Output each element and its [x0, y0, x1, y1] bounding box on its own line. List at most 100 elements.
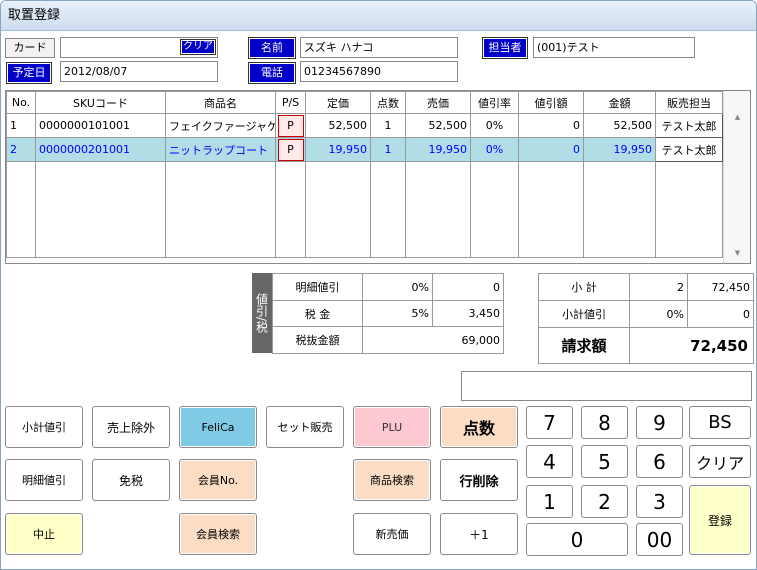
window-title: 取置登録 [1, 1, 756, 31]
cell-qty: 1 [370, 113, 406, 138]
col-header[interactable]: 売価 [405, 91, 471, 114]
table-row-empty [6, 161, 723, 258]
subtotal-discount-value: 0 [687, 300, 754, 328]
date-field[interactable]: 2012/08/07 [60, 61, 218, 82]
phone-label: 電話 [248, 62, 296, 84]
set-sale-button[interactable]: セット販売 [266, 406, 344, 448]
col-header[interactable]: 定価 [305, 91, 371, 114]
cell-qty: 1 [370, 137, 406, 162]
key-8[interactable]: 8 [581, 406, 628, 439]
tax-free-button[interactable]: 免税 [92, 459, 170, 501]
name-field[interactable]: スズキ ハナコ [300, 37, 458, 58]
card-label: カード [5, 38, 55, 58]
plus-one-button[interactable]: ＋1 [440, 513, 518, 555]
key-6[interactable]: 6 [636, 445, 683, 478]
cell-list-price: 52,500 [305, 113, 371, 138]
subtotal-qty: 2 [629, 273, 688, 301]
tax-row-value: 3,450 [432, 300, 504, 327]
key-0[interactable]: 0 [526, 523, 628, 556]
keypad-clear-button[interactable]: クリア [689, 445, 751, 478]
key-4[interactable]: 4 [526, 445, 573, 478]
item-grid[interactable]: No. SKUコード 商品名 P/S 定価 点数 売価 値引率 値引額 金額 販… [5, 90, 751, 264]
key-7[interactable]: 7 [526, 406, 573, 439]
cell-disc-rate: 0% [470, 137, 519, 162]
cell-sku: 0000000101001 [35, 113, 166, 138]
register-button[interactable]: 登録 [689, 485, 751, 555]
subtotal-discount-label: 小計値引 [538, 300, 630, 328]
main-window: 取置登録 カード クリア 名前 スズキ ハナコ 担当者 (001)テスト 予定日… [0, 0, 757, 570]
subtotal-discount-row: 小計値引 0% 0 [538, 300, 754, 328]
tax-row-rate: 0% [362, 273, 433, 301]
cancel-button[interactable]: 中止 [5, 513, 83, 555]
cell-name: フェイクファージャケッ… [165, 113, 276, 138]
tax-row: 税抜金額 69,000 [272, 326, 504, 354]
key-2[interactable]: 2 [581, 485, 628, 518]
totals-panel: 小 計 2 72,450 小計値引 0% 0 請求額 72,450 [538, 273, 754, 364]
delete-line-button[interactable]: 行削除 [440, 459, 518, 501]
plu-button[interactable]: PLU [353, 406, 431, 448]
key-00[interactable]: 00 [636, 523, 683, 556]
col-header[interactable]: 値引率 [470, 91, 519, 114]
subtotal-amount: 72,450 [687, 273, 754, 301]
date-label: 予定日 [6, 62, 52, 84]
tax-panel: 明細値引 0% 0 税 金 5% 3,450 税抜金額 69,000 [272, 273, 504, 354]
table-row-selected[interactable]: 2 0000000201001 ニットラップコート P 19,950 1 19,… [6, 137, 723, 162]
quantity-button[interactable]: 点数 [440, 406, 518, 448]
key-9[interactable]: 9 [636, 406, 683, 439]
tax-row: 明細値引 0% 0 [272, 273, 504, 301]
product-search-button[interactable]: 商品検索 [353, 459, 431, 501]
key-5[interactable]: 5 [581, 445, 628, 478]
cell-list-price: 19,950 [305, 137, 371, 162]
member-no-button[interactable]: 会員No. [179, 459, 257, 501]
scroll-down-icon[interactable]: ▼ [724, 249, 751, 257]
tax-row-label: 税 金 [272, 300, 363, 327]
cell-disc-rate: 0% [470, 113, 519, 138]
cell-amount: 52,500 [583, 113, 656, 138]
col-header[interactable]: 金額 [583, 91, 656, 114]
member-search-button[interactable]: 会員検索 [179, 513, 257, 555]
key-3[interactable]: 3 [636, 485, 683, 518]
card-clear-button[interactable]: クリア [180, 39, 216, 55]
col-header[interactable]: P/S [275, 91, 306, 114]
message-box[interactable] [461, 371, 752, 401]
staff-field[interactable]: (001)テスト [533, 37, 695, 58]
scroll-up-icon[interactable]: ▲ [724, 113, 751, 121]
ps-button[interactable]: P [277, 114, 304, 137]
col-header[interactable]: 値引額 [518, 91, 584, 114]
billed-label: 請求額 [538, 327, 630, 364]
tax-row-label: 明細値引 [272, 273, 363, 301]
backspace-button[interactable]: BS [689, 406, 751, 439]
col-header[interactable]: 販売担当 [655, 91, 723, 114]
tax-row-value: 0 [432, 273, 504, 301]
cell-staff[interactable]: テスト太郎 [655, 113, 723, 138]
col-header[interactable]: 点数 [370, 91, 406, 114]
vertical-scrollbar[interactable]: ▲ ▼ [723, 91, 750, 263]
felica-button[interactable]: FeliCa [179, 406, 257, 448]
table-row[interactable]: 1 0000000101001 フェイクファージャケッ… P 52,500 1 … [6, 113, 723, 138]
name-label: 名前 [248, 37, 296, 59]
col-header[interactable]: SKUコード [35, 91, 166, 114]
tax-row-value: 69,000 [362, 326, 504, 354]
phone-field[interactable]: 01234567890 [300, 61, 458, 82]
tax-row: 税 金 5% 3,450 [272, 300, 504, 327]
ps-button[interactable]: P [277, 138, 304, 161]
subtotal-discount-rate: 0% [629, 300, 688, 328]
cell-amount: 19,950 [583, 137, 656, 162]
cell-staff[interactable]: テスト太郎 [655, 137, 723, 162]
billed-amount: 72,450 [629, 327, 754, 364]
line-discount-button[interactable]: 明細値引 [5, 459, 83, 501]
tax-panel-side-label: 値引/税 [252, 273, 272, 353]
cell-disc-amt: 0 [518, 113, 584, 138]
col-header[interactable]: 商品名 [165, 91, 276, 114]
sale-exclude-button[interactable]: 売上除外 [92, 406, 170, 448]
subtotal-discount-button[interactable]: 小計値引 [5, 406, 83, 448]
cell-price: 52,500 [405, 113, 471, 138]
cell-disc-amt: 0 [518, 137, 584, 162]
col-header[interactable]: No. [6, 91, 36, 114]
staff-label: 担当者 [482, 37, 528, 59]
tax-row-label: 税抜金額 [272, 326, 363, 354]
tax-row-rate: 5% [362, 300, 433, 327]
cell-no: 1 [6, 113, 36, 138]
new-price-button[interactable]: 新売価 [353, 513, 431, 555]
key-1[interactable]: 1 [526, 485, 573, 518]
